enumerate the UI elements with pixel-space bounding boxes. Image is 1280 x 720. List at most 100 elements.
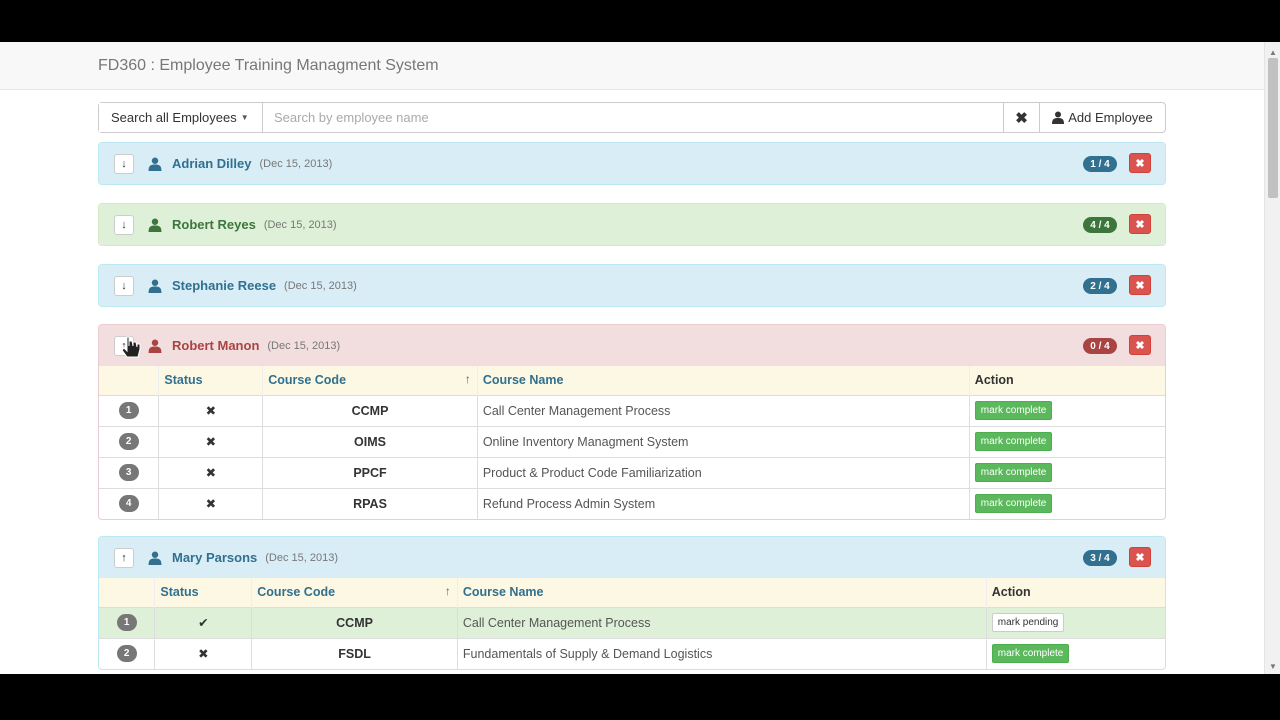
table-row: 3 ✖ PPCF Product & Product Code Familiar… [99, 456, 1165, 488]
row-number-badge: 2 [116, 645, 137, 663]
row-number-badge: 4 [118, 495, 139, 513]
search-scope-label: Search all Employees [111, 110, 237, 125]
close-icon: ✖ [1135, 218, 1145, 231]
add-employee-label: Add Employee [1068, 110, 1153, 125]
cross-icon: ✖ [205, 497, 217, 512]
add-employee-button[interactable]: Add Employee [1039, 103, 1165, 132]
expand-toggle-button[interactable]: ↓ [114, 275, 134, 296]
delete-employee-button[interactable]: ✖ [1129, 335, 1151, 355]
search-scope-dropdown[interactable]: Search all Employees ▼ [99, 103, 263, 132]
close-icon: ✖ [1135, 279, 1145, 292]
employee-panel-header[interactable]: ↓ Robert Reyes (Dec 15, 2013) 4 / 4 ✖ [99, 204, 1165, 245]
scroll-down-icon[interactable]: ▼ [1269, 662, 1277, 671]
row-number-cell: 4 [99, 487, 160, 519]
table-row: 2 ✖ FSDL Fundamentals of Supply & Demand… [99, 637, 1165, 669]
sort-up-icon[interactable]: ↑ [445, 584, 451, 598]
mark-complete-button[interactable]: mark complete [974, 401, 1053, 420]
scroll-up-icon[interactable]: ▲ [1269, 48, 1277, 57]
arrow-down-icon: ↓ [121, 157, 127, 170]
row-number-badge: 3 [118, 464, 139, 481]
status-cell: ✖ [158, 425, 264, 457]
action-cell: mark pending [986, 606, 1165, 638]
course-name-cell: Call Center Management Process [477, 394, 970, 426]
status-header[interactable]: Status [158, 366, 264, 395]
course-code-header[interactable]: Course Code ↑ [251, 578, 458, 607]
employee-panel: ↓ Stephanie Reese (Dec 15, 2013) 2 / 4 ✖ [98, 264, 1166, 307]
mark-complete-button[interactable]: mark complete [991, 644, 1070, 664]
expand-toggle-button[interactable]: ↓ [114, 153, 134, 174]
cross-icon: ✖ [198, 647, 209, 662]
course-code-header[interactable]: Course Code ↑ [262, 366, 478, 395]
search-input[interactable] [263, 103, 1003, 132]
course-name-header[interactable]: Course Name [457, 578, 987, 607]
progress-badge: 2 / 4 [1083, 278, 1117, 294]
clear-search-button[interactable]: ✖ [1003, 103, 1039, 132]
course-code-header-label: Course Code [268, 373, 347, 388]
course-code-cell: CCMP [251, 606, 458, 638]
progress-badge: 3 / 4 [1083, 550, 1117, 566]
employee-name[interactable]: Robert Manon [172, 338, 259, 353]
user-icon [148, 218, 162, 232]
collapse-toggle-button[interactable]: ↑ [114, 547, 134, 568]
delete-employee-button[interactable]: ✖ [1129, 153, 1151, 173]
table-header-row: Status Course Code ↑ Course Name Action [99, 578, 1165, 607]
arrow-down-icon: ↓ [121, 279, 127, 292]
course-name-cell: Call Center Management Process [457, 606, 987, 638]
arrow-down-icon: ↓ [121, 218, 127, 231]
employee-panel: ↑ Mary Parsons (Dec 15, 2013) 3 / 4 ✖ St… [98, 536, 1166, 670]
course-code-header-label: Course Code [257, 585, 336, 600]
check-icon: ✔ [198, 616, 209, 630]
employee-date: (Dec 15, 2013) [263, 218, 337, 231]
employee-panel-header[interactable]: ↑ Robert Manon (Dec 15, 2013) 0 / 4 ✖ [99, 325, 1165, 366]
expand-toggle-button[interactable]: ↓ [114, 214, 134, 235]
employee-name[interactable]: Adrian Dilley [172, 156, 251, 171]
status-cell: ✖ [158, 487, 264, 519]
employee-panel-header[interactable]: ↓ Adrian Dilley (Dec 15, 2013) 1 / 4 ✖ [99, 143, 1165, 184]
employee-panel-header[interactable]: ↑ Mary Parsons (Dec 15, 2013) 3 / 4 ✖ [99, 537, 1165, 578]
num-header [99, 366, 160, 395]
delete-employee-button[interactable]: ✖ [1129, 547, 1151, 567]
table-row: 1 ✖ CCMP Call Center Management Process … [99, 394, 1165, 426]
row-number-badge: 2 [118, 433, 139, 450]
action-cell: mark complete [969, 487, 1165, 519]
employee-name[interactable]: Mary Parsons [172, 550, 257, 565]
progress-badge: 4 / 4 [1083, 217, 1117, 233]
status-header[interactable]: Status [154, 578, 253, 607]
delete-employee-button[interactable]: ✖ [1129, 275, 1151, 295]
employee-date: (Dec 15, 2013) [267, 339, 341, 352]
close-icon: ✖ [1135, 339, 1145, 352]
delete-employee-button[interactable]: ✖ [1129, 214, 1151, 234]
employee-date: (Dec 15, 2013) [265, 551, 339, 564]
mark-complete-button[interactable]: mark complete [974, 432, 1053, 451]
scrollbar-thumb[interactable] [1268, 58, 1278, 198]
close-icon: ✖ [1015, 109, 1028, 127]
cross-icon: ✖ [205, 435, 217, 449]
mouse-cursor-icon [121, 336, 141, 358]
row-number-cell: 3 [99, 456, 160, 488]
row-number-cell: 1 [99, 606, 156, 638]
mark-pending-button[interactable]: mark pending [991, 613, 1065, 632]
user-icon [148, 279, 162, 293]
employee-name[interactable]: Robert Reyes [172, 217, 256, 232]
course-name-header[interactable]: Course Name [477, 366, 970, 395]
arrow-up-icon: ↑ [121, 551, 127, 564]
employee-panel: ↑ Robert Manon (Dec 15, 2013) 0 / 4 ✖ St… [98, 324, 1166, 520]
employee-panel: ↓ Robert Reyes (Dec 15, 2013) 4 / 4 ✖ [98, 203, 1166, 246]
scrollbar[interactable]: ▲ ▼ [1264, 42, 1280, 674]
course-table: Status Course Code ↑ Course Name Action 1… [99, 366, 1165, 519]
course-name-cell: Product & Product Code Familiarization [477, 456, 970, 488]
mark-complete-button[interactable]: mark complete [974, 463, 1053, 482]
mark-complete-button[interactable]: mark complete [974, 494, 1053, 514]
num-header [99, 578, 156, 607]
close-icon: ✖ [1135, 157, 1145, 170]
employee-panel-header[interactable]: ↓ Stephanie Reese (Dec 15, 2013) 2 / 4 ✖ [99, 265, 1165, 306]
progress-badge: 1 / 4 [1083, 156, 1117, 172]
app-title[interactable]: FD360 : Employee Training Managment Syst… [98, 57, 439, 75]
cross-icon: ✖ [205, 466, 217, 480]
employee-name[interactable]: Stephanie Reese [172, 278, 276, 293]
sort-up-icon[interactable]: ↑ [465, 372, 471, 386]
course-name-cell: Online Inventory Managment System [477, 425, 970, 457]
employee-date: (Dec 15, 2013) [284, 279, 357, 292]
user-icon [148, 339, 162, 353]
user-icon [148, 551, 162, 565]
